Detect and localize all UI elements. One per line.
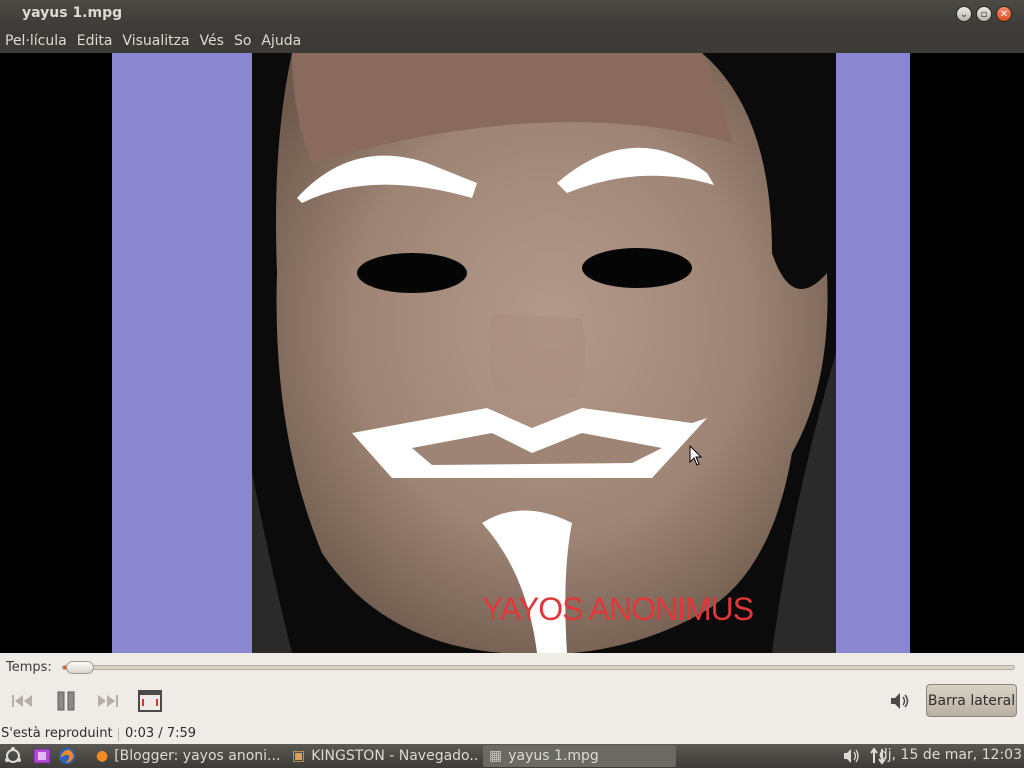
film-icon <box>33 748 51 764</box>
status-separator <box>118 728 119 742</box>
menu-so[interactable]: So <box>234 33 251 49</box>
window-controls: ⌄ ▫ ✕ <box>956 6 1012 22</box>
speaker-icon <box>891 693 909 709</box>
fullscreen-icon <box>138 690 162 712</box>
task-label: KINGSTON - Navegado... <box>311 748 479 764</box>
maximize-button[interactable]: ▫ <box>976 6 992 22</box>
skip-back-icon <box>12 695 32 707</box>
mask-face-illustration <box>252 53 836 653</box>
menu-pellicula[interactable]: Pel·lícula <box>5 33 67 49</box>
next-button[interactable] <box>94 689 120 713</box>
video-caption: YAYOS ANONIMUS <box>482 591 754 627</box>
menu-visualitza[interactable]: Visualitza <box>122 33 189 49</box>
volume-indicator[interactable] <box>843 747 861 765</box>
menu-ajuda[interactable]: Ajuda <box>261 33 301 49</box>
close-button[interactable]: ✕ <box>996 6 1012 22</box>
taskbar: ● [Blogger: yayos anoni... ▣ KINGSTON - … <box>0 744 1024 768</box>
clock[interactable]: dj, 15 de mar, 12:03 <box>879 747 1022 763</box>
mouse-cursor-icon <box>689 445 703 466</box>
task-kingston[interactable]: ▣ KINGSTON - Navegado... <box>286 745 479 767</box>
seek-bar[interactable] <box>62 665 1015 670</box>
playback-time: 0:03 / 7:59 <box>125 726 197 741</box>
video-image: YAYOS ANONIMUS <box>252 53 836 653</box>
pause-icon <box>57 691 75 711</box>
firefox-launcher[interactable] <box>58 747 76 765</box>
firefox-icon: ● <box>96 748 109 764</box>
skip-forward-icon <box>98 695 118 707</box>
movie-player-launcher[interactable] <box>33 747 51 765</box>
volume-button[interactable] <box>888 689 914 713</box>
task-label: yayus 1.mpg <box>508 748 599 764</box>
task-label: [Blogger: yayos anoni... <box>114 748 281 764</box>
film-icon: ▦ <box>489 748 503 764</box>
ubuntu-logo-icon <box>5 747 21 763</box>
previous-button[interactable] <box>10 689 36 713</box>
seek-label: Temps: <box>6 660 52 675</box>
fullscreen-button[interactable] <box>137 689 163 713</box>
ubuntu-menu-button[interactable] <box>4 747 22 765</box>
firefox-icon <box>58 747 76 765</box>
playback-status: S'està reproduint <box>1 726 113 741</box>
menu-ves[interactable]: Vés <box>200 33 224 49</box>
folder-icon: ▣ <box>292 748 306 764</box>
statusbar: S'està reproduint 0:03 / 7:59 <box>0 725 1024 744</box>
window-titlebar[interactable]: yayus 1.mpg ⌄ ▫ ✕ <box>0 0 1024 28</box>
menubar: Pel·lícula Edita Visualitza Vés So Ajuda <box>0 28 1024 53</box>
pause-button[interactable] <box>53 689 79 713</box>
window-title: yayus 1.mpg <box>22 5 123 21</box>
task-movie-player[interactable]: ▦ yayus 1.mpg <box>483 745 676 767</box>
speaker-icon <box>844 749 859 763</box>
video-frame: YAYOS ANONIMUS <box>112 53 910 653</box>
player-controls: Temps: Barra lateral <box>0 653 1024 725</box>
seek-handle[interactable] <box>66 661 94 674</box>
sidebar-toggle-button[interactable]: Barra lateral <box>926 684 1017 717</box>
video-area[interactable]: YAYOS ANONIMUS <box>0 53 1024 653</box>
task-blogger[interactable]: ● [Blogger: yayos anoni... <box>90 745 282 767</box>
menu-edita[interactable]: Edita <box>77 33 113 49</box>
minimize-button[interactable]: ⌄ <box>956 6 972 22</box>
